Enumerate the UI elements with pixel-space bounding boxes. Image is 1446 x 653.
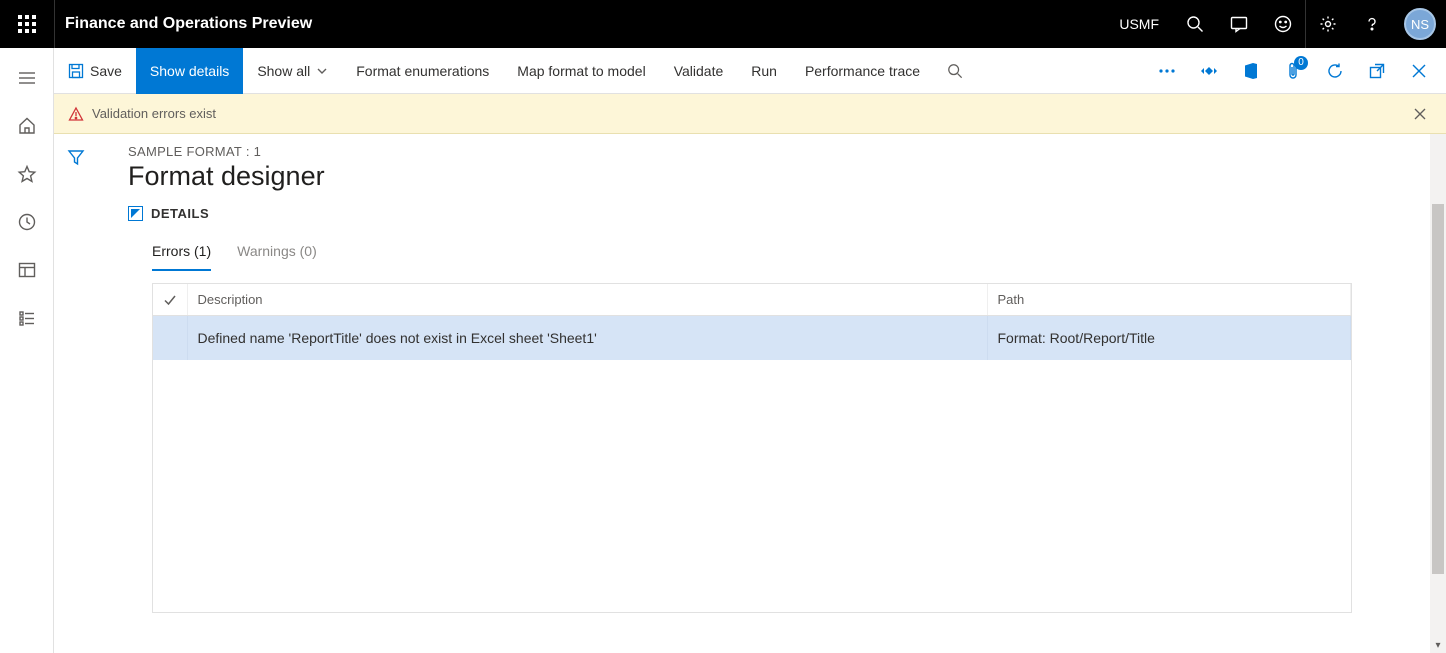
header-messages-button[interactable] xyxy=(1217,0,1261,48)
run-button[interactable]: Run xyxy=(737,48,791,94)
row-select-cell[interactable] xyxy=(153,316,187,361)
show-details-label: Show details xyxy=(150,63,229,79)
notification-close-button[interactable] xyxy=(1408,102,1432,126)
triangle-up-left-icon xyxy=(131,209,140,218)
nav-favorites-button[interactable] xyxy=(0,152,54,196)
home-icon xyxy=(17,116,37,136)
cell-path: Format: Root/Report/Title xyxy=(987,316,1351,361)
app-header: Finance and Operations Preview USMF NS xyxy=(0,0,1446,48)
warning-triangle-icon xyxy=(68,106,84,122)
details-section-label: DETAILS xyxy=(151,206,209,221)
main-region: Save Show details Show all Format enumer… xyxy=(54,48,1446,653)
performance-trace-button[interactable]: Performance trace xyxy=(791,48,934,94)
cell-description: Defined name 'ReportTitle' does not exis… xyxy=(187,316,987,361)
column-description-header[interactable]: Description xyxy=(187,284,987,316)
star-icon xyxy=(17,164,37,184)
map-format-button[interactable]: Map format to model xyxy=(503,48,659,94)
hamburger-icon xyxy=(17,68,37,88)
tab-errors[interactable]: Errors (1) xyxy=(152,237,211,271)
column-select-header[interactable] xyxy=(153,284,187,316)
popout-icon xyxy=(1369,63,1385,79)
office-button[interactable] xyxy=(1230,48,1272,94)
clock-icon xyxy=(17,212,37,232)
vertical-scrollbar[interactable]: ▾ xyxy=(1430,134,1446,653)
page-title: Format designer xyxy=(128,161,1432,192)
refresh-button[interactable] xyxy=(1314,48,1356,94)
breadcrumb: SAMPLE FORMAT : 1 xyxy=(128,144,1432,159)
office-icon xyxy=(1243,62,1259,80)
filter-pane-button[interactable] xyxy=(67,148,85,653)
notification-bar: Validation errors exist xyxy=(54,94,1446,134)
save-icon xyxy=(68,63,84,79)
nav-workspaces-button[interactable] xyxy=(0,248,54,292)
chevron-down-icon xyxy=(316,65,328,77)
details-collapse-toggle[interactable] xyxy=(128,206,143,221)
close-icon xyxy=(1414,108,1426,120)
show-all-button[interactable]: Show all xyxy=(243,48,342,94)
header-settings-button[interactable] xyxy=(1306,0,1350,48)
format-enumerations-button[interactable]: Format enumerations xyxy=(342,48,503,94)
search-icon xyxy=(947,63,963,79)
column-path-header[interactable]: Path xyxy=(987,284,1351,316)
header-search-button[interactable] xyxy=(1173,0,1217,48)
scrollbar-arrow-down[interactable]: ▾ xyxy=(1430,637,1446,653)
nav-modules-button[interactable] xyxy=(0,296,54,340)
notification-message: Validation errors exist xyxy=(92,106,216,121)
waffle-icon xyxy=(18,15,36,33)
command-bar: Save Show details Show all Format enumer… xyxy=(54,48,1446,94)
company-label[interactable]: USMF xyxy=(1105,16,1173,32)
show-all-label: Show all xyxy=(257,63,310,79)
navigation-rail xyxy=(0,48,54,653)
checkmark-icon xyxy=(163,293,177,307)
nav-home-button[interactable] xyxy=(0,104,54,148)
refresh-icon xyxy=(1326,62,1344,80)
ellipsis-icon xyxy=(1158,68,1176,74)
modules-icon xyxy=(17,308,37,328)
validation-grid: Description Path Defined name 'ReportTit… xyxy=(152,283,1352,613)
nav-recent-button[interactable] xyxy=(0,200,54,244)
close-icon xyxy=(1412,64,1426,78)
table-row[interactable]: Defined name 'ReportTitle' does not exis… xyxy=(153,316,1351,361)
close-page-button[interactable] xyxy=(1398,48,1440,94)
popout-button[interactable] xyxy=(1356,48,1398,94)
tab-warnings[interactable]: Warnings (0) xyxy=(237,237,317,271)
attachments-badge: 0 xyxy=(1294,56,1308,70)
chat-icon xyxy=(1230,15,1248,33)
gear-icon xyxy=(1319,15,1337,33)
app-launcher-button[interactable] xyxy=(0,0,54,48)
smiley-icon xyxy=(1274,15,1292,33)
user-avatar[interactable]: NS xyxy=(1404,8,1436,40)
save-label: Save xyxy=(90,63,122,79)
header-feedback-button[interactable] xyxy=(1261,0,1305,48)
diamond-icon xyxy=(1200,62,1218,80)
show-details-button[interactable]: Show details xyxy=(136,48,243,94)
nav-expand-button[interactable] xyxy=(0,56,54,100)
avatar-initials: NS xyxy=(1411,17,1429,32)
search-icon xyxy=(1186,15,1204,33)
filter-icon xyxy=(67,148,85,166)
scrollbar-thumb[interactable] xyxy=(1432,204,1444,574)
more-commands-button[interactable] xyxy=(1146,48,1188,94)
header-help-button[interactable] xyxy=(1350,0,1394,48)
validate-button[interactable]: Validate xyxy=(660,48,738,94)
save-button[interactable]: Save xyxy=(54,48,136,94)
validation-tabs: Errors (1) Warnings (0) xyxy=(128,237,1432,271)
attachments-button[interactable]: 0 xyxy=(1272,48,1314,94)
workspace-icon xyxy=(17,260,37,280)
help-icon xyxy=(1363,15,1381,33)
app-title: Finance and Operations Preview xyxy=(54,0,332,48)
rcs-button[interactable] xyxy=(1188,48,1230,94)
toolbar-search-button[interactable] xyxy=(934,48,976,94)
